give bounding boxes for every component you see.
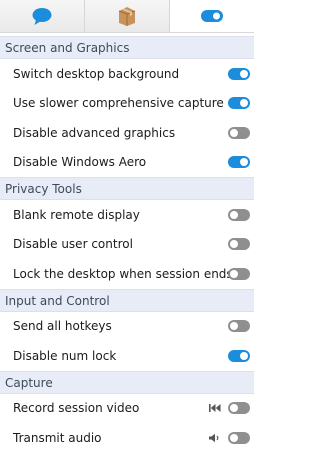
section-header: Capture (0, 370, 254, 394)
setting-label: Use slower comprehensive capture (13, 96, 224, 111)
toggle-switch[interactable] (228, 156, 250, 169)
section-header: Privacy Tools (0, 177, 254, 200)
toggle-switch[interactable] (228, 267, 250, 280)
setting-label: Disable advanced graphics (13, 125, 176, 140)
toggle-switch[interactable] (228, 97, 250, 110)
setting-label: Disable num lock (13, 348, 117, 363)
section-header: Input and Control (0, 288, 254, 312)
toggle-knob (240, 158, 248, 167)
toggle-switch[interactable] (228, 320, 250, 333)
setting-label: Blank remote display (13, 207, 140, 222)
setting-label: Lock the desktop when session ends (13, 266, 233, 281)
setting-row[interactable]: Disable advanced graphics (0, 118, 254, 148)
toggle-knob (230, 210, 238, 219)
toggle-knob (240, 351, 248, 360)
tab-chat[interactable] (0, 0, 85, 32)
setting-label: Record session video (13, 401, 140, 416)
toggle-knob (230, 322, 238, 331)
settings-list: Screen and Graphics Switch desktop backg… (0, 36, 254, 453)
tab-toggles[interactable] (170, 0, 254, 32)
toggle-knob (240, 69, 248, 78)
toggle-switch[interactable] (228, 208, 250, 221)
setting-row[interactable]: Disable Windows Aero (0, 148, 254, 178)
setting-label: Transmit audio (13, 430, 102, 445)
speaker-icon[interactable] (209, 433, 221, 443)
toggle-knob (230, 404, 238, 413)
setting-label: Switch desktop background (13, 66, 180, 81)
package-icon (118, 7, 136, 26)
toggle-switch[interactable] (228, 349, 250, 362)
toggle-switch[interactable] (228, 67, 250, 80)
skip-back-icon[interactable] (209, 403, 221, 413)
toggle-knob (230, 240, 238, 249)
toggle-switch[interactable] (228, 126, 250, 139)
tab-bar (0, 0, 254, 33)
toggle-knob (230, 128, 238, 137)
toggle-knob (240, 99, 248, 108)
setting-row[interactable]: Send all hotkeys (0, 312, 254, 342)
setting-row[interactable]: Transmit audio (0, 423, 254, 453)
toggle-knob (230, 269, 238, 278)
toggle-icon (201, 10, 223, 22)
setting-row[interactable]: Disable user control (0, 230, 254, 260)
setting-row[interactable]: Disable num lock (0, 341, 254, 371)
setting-row[interactable]: Record session video (0, 394, 254, 424)
setting-row[interactable]: Use slower comprehensive capture (0, 89, 254, 119)
setting-row[interactable]: Switch desktop background (0, 59, 254, 89)
tab-package[interactable] (85, 0, 170, 32)
section-header: Screen and Graphics (0, 36, 254, 59)
setting-label: Disable user control (13, 237, 133, 252)
setting-label: Send all hotkeys (13, 319, 112, 334)
toggle-switch[interactable] (228, 238, 250, 251)
toggle-switch[interactable] (228, 431, 250, 444)
chat-bubble-icon (32, 8, 52, 25)
setting-row[interactable]: Lock the desktop when session ends (0, 259, 254, 289)
setting-row[interactable]: Blank remote display (0, 200, 254, 230)
toggle-knob (230, 433, 238, 442)
toggle-switch[interactable] (228, 402, 250, 415)
setting-label: Disable Windows Aero (13, 155, 147, 170)
